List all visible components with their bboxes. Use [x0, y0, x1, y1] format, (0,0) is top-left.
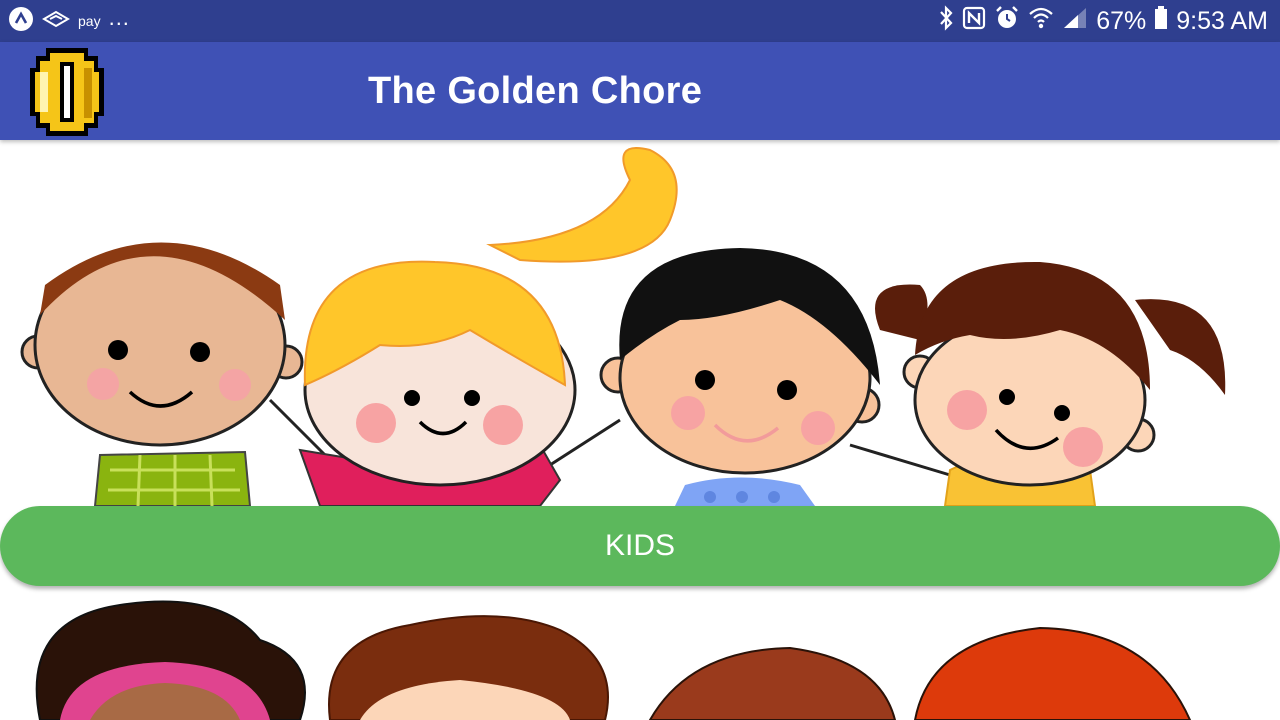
battery-percent: 67% — [1096, 6, 1147, 35]
more-notifications: ... — [108, 5, 130, 30]
alarm-icon — [994, 5, 1020, 38]
kids-button[interactable]: KIDS — [0, 506, 1280, 586]
clock: 9:53 AM — [1176, 6, 1268, 35]
wifi-icon — [1028, 6, 1054, 37]
bluetooth-icon — [938, 4, 954, 38]
status-bar: pay ... 67% 9:53 AM — [0, 0, 1280, 42]
battery-icon — [1154, 5, 1168, 37]
samsung-pay-icon — [42, 9, 70, 34]
app-title: The Golden Chore — [368, 70, 703, 112]
nfc-icon — [962, 6, 986, 37]
kids-illustration — [20, 147, 1226, 506]
pay-label: pay — [78, 13, 101, 29]
signal-icon — [1062, 6, 1088, 37]
app-bar: The Golden Chore — [0, 42, 1280, 140]
kids-illustration-bottom — [35, 600, 1192, 720]
app-icon — [8, 6, 34, 37]
kids-button-label: KIDS — [604, 529, 676, 562]
gold-coin-icon — [28, 46, 106, 143]
